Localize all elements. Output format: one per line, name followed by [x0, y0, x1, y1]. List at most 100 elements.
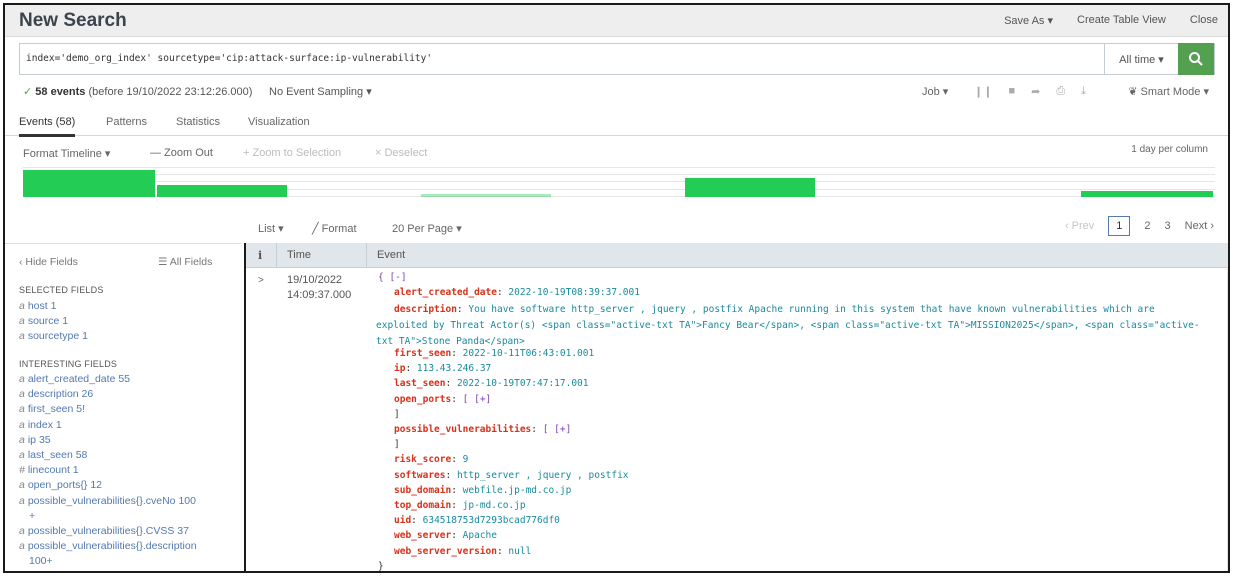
json-value: You have software http_server , jquery ,…: [376, 304, 1200, 348]
field-item[interactable]: a index 1: [19, 419, 62, 431]
json-key[interactable]: top_domain: [394, 500, 451, 511]
json-key[interactable]: ip: [394, 363, 405, 374]
json-value: 9: [462, 454, 469, 466]
field-item[interactable]: +: [19, 510, 35, 522]
job-menu[interactable]: Job ▾: [922, 85, 948, 98]
field-count: 12: [90, 479, 103, 492]
field-item[interactable]: a source 1: [19, 315, 68, 327]
results-toolbar: List ▾ ╱ Format 20 Per Page ▾ ‹ Prev 1 2…: [5, 215, 1228, 241]
tab-events[interactable]: Events (58): [19, 116, 76, 137]
field-item[interactable]: a open_ports{} 12: [19, 479, 102, 491]
json-expand-toggle[interactable]: [ [+]: [543, 424, 572, 435]
json-key[interactable]: possible_vulnerabilities: [394, 424, 531, 435]
tab-visualization[interactable]: Visualization: [248, 116, 310, 128]
field-item[interactable]: a alert_created_date 55: [19, 373, 130, 385]
column-divider: [276, 243, 277, 268]
json-key[interactable]: open_ports: [394, 394, 451, 405]
field-item[interactable]: a description 26: [19, 388, 93, 400]
zoom-to-selection-button[interactable]: + Zoom to Selection: [243, 147, 341, 159]
field-type-icon: a: [19, 330, 25, 343]
zoom-out-button[interactable]: — Zoom Out: [150, 147, 213, 159]
json-open: { [-]: [378, 272, 407, 283]
field-item[interactable]: a ip 35: [19, 434, 51, 446]
search-query-input[interactable]: index='demo_org_index' sourcetype='cip:a…: [26, 53, 432, 64]
json-colon: :: [451, 348, 463, 359]
field-item[interactable]: a sourcetype 1: [19, 330, 88, 342]
pause-icon[interactable]: ❙❙: [974, 85, 992, 98]
field-item[interactable]: a possible_vulnerabilities{}.CVSS 37: [19, 525, 189, 537]
format-button[interactable]: ╱ Format: [312, 222, 357, 235]
field-type-icon: a: [19, 479, 25, 492]
field-item[interactable]: a possible_vulnerabilities{}.cveNo 100: [19, 495, 196, 507]
expand-row-icon[interactable]: >: [258, 275, 264, 286]
json-key[interactable]: first_seen: [394, 348, 451, 359]
json-collapse-toggle[interactable]: { [-]: [378, 272, 407, 283]
field-name: host: [27, 300, 51, 312]
page-3-button[interactable]: 3: [1165, 220, 1171, 232]
json-colon: :: [451, 393, 463, 405]
export-icon[interactable]: ⤓: [1081, 85, 1086, 98]
time-range-picker[interactable]: All time ▾: [1104, 44, 1178, 74]
page-2-button[interactable]: 2: [1144, 220, 1150, 232]
field-item[interactable]: a first_seen 5!: [19, 403, 85, 415]
json-key[interactable]: softwares: [394, 470, 445, 481]
format-timeline-button[interactable]: Format Timeline ▾: [23, 147, 110, 160]
field-type-icon: a: [19, 315, 25, 328]
all-fields-button[interactable]: ☰ All Fields: [158, 256, 212, 268]
search-mode-dropdown[interactable]: ❦ Smart Mode ▾: [1128, 85, 1209, 98]
field-item[interactable]: a host 1: [19, 300, 56, 312]
json-colon: :: [531, 424, 543, 435]
json-key[interactable]: web_server_version: [394, 546, 497, 557]
next-page-button[interactable]: Next ›: [1185, 220, 1214, 232]
field-item[interactable]: 100+: [19, 555, 53, 567]
job-controls: ❙❙ ■ ➦ ⎙ ⤓: [974, 85, 1086, 98]
page-1-button[interactable]: 1: [1108, 216, 1131, 236]
close-button[interactable]: Close: [1190, 14, 1218, 27]
json-line: alert_created_date: 2022-10-19T08:39:37.…: [394, 287, 640, 298]
field-item[interactable]: a last_seen 58: [19, 449, 87, 461]
prev-page-button[interactable]: ‹ Prev: [1065, 220, 1094, 232]
timeline-bar[interactable]: [421, 194, 551, 197]
deselect-button[interactable]: × Deselect: [375, 147, 427, 159]
list-view-dropdown[interactable]: List ▾: [258, 222, 284, 235]
create-table-view-button[interactable]: Create Table View: [1077, 14, 1166, 27]
json-key[interactable]: sub_domain: [394, 485, 451, 496]
json-line: ip: 113.43.246.37: [394, 363, 491, 374]
field-item[interactable]: a possible_vulnerabilities{}.description: [19, 540, 197, 552]
json-description: description: You have software http_serv…: [376, 302, 1206, 350]
json-key[interactable]: risk_score: [394, 454, 451, 465]
search-status-row: ✓ 58 events (before 19/10/2022 23:12:26.…: [19, 85, 1215, 103]
search-submit-button[interactable]: [1178, 43, 1214, 75]
timeline-controls: Format Timeline ▾ — Zoom Out + Zoom to S…: [5, 136, 1228, 164]
timeline-histogram[interactable]: [23, 165, 1215, 205]
print-icon[interactable]: ⎙: [1056, 85, 1065, 98]
event-count: ✓ 58 events (before 19/10/2022 23:12:26.…: [23, 85, 252, 98]
timeline-bar[interactable]: [157, 185, 287, 197]
field-count: 26: [81, 388, 94, 401]
save-as-button[interactable]: Save As ▾: [1004, 14, 1053, 27]
selected-fields-heading: SELECTED FIELDS: [19, 285, 104, 295]
field-type-icon: a: [19, 388, 25, 401]
timeline-bar[interactable]: [1081, 191, 1213, 197]
vertical-scrollbar[interactable]: [1227, 268, 1228, 571]
json-key[interactable]: description: [394, 304, 457, 315]
event-sampling-dropdown[interactable]: No Event Sampling ▾: [269, 85, 372, 98]
json-key[interactable]: alert_created_date: [394, 287, 497, 298]
timeline-bar[interactable]: [685, 178, 815, 197]
json-key[interactable]: last_seen: [394, 378, 445, 389]
json-key[interactable]: uid: [394, 515, 411, 526]
per-page-dropdown[interactable]: 20 Per Page ▾: [392, 222, 462, 235]
json-expand-toggle[interactable]: [ [+]: [463, 394, 492, 405]
stop-icon[interactable]: ■: [1008, 85, 1015, 98]
timeline-bar[interactable]: [23, 170, 155, 197]
tab-statistics[interactable]: Statistics: [176, 116, 220, 128]
pagination: ‹ Prev 1 2 3 Next ›: [1065, 216, 1214, 236]
json-key[interactable]: web_server: [394, 530, 451, 541]
time-column-header[interactable]: Time: [287, 249, 311, 261]
field-type-icon: a: [19, 373, 25, 385]
hide-fields-button[interactable]: ‹ Hide Fields: [19, 256, 78, 268]
tab-patterns[interactable]: Patterns: [106, 116, 147, 128]
event-count-value: 58 events: [35, 86, 86, 98]
share-icon[interactable]: ➦: [1031, 85, 1040, 98]
field-item[interactable]: # linecount 1: [19, 464, 79, 476]
